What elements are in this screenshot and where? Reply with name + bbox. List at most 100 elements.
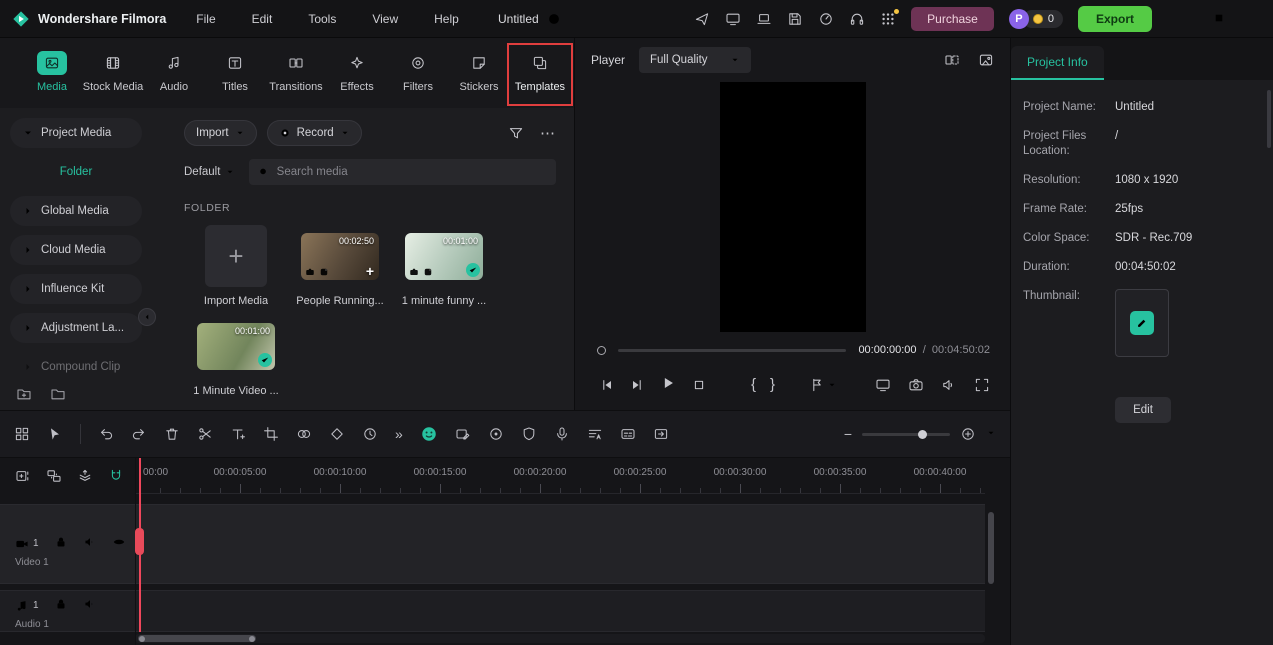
vertical-scrollbar[interactable]: [988, 512, 994, 584]
more-options-icon[interactable]: ⋯: [540, 124, 556, 142]
quality-dropdown[interactable]: Full Quality: [639, 47, 752, 73]
mirror-display-icon[interactable]: [875, 377, 891, 393]
tab-media[interactable]: Media: [24, 38, 80, 108]
undo-button[interactable]: [98, 426, 114, 442]
import-dropdown[interactable]: Import: [184, 120, 257, 146]
import-media-button[interactable]: +: [205, 225, 267, 287]
add-track-icon[interactable]: [15, 468, 31, 484]
filter-icon[interactable]: [508, 125, 524, 141]
collapse-sidebar-button[interactable]: [138, 308, 156, 326]
sidebar-item-folder[interactable]: Folder: [10, 157, 142, 187]
track-swap-icon[interactable]: [46, 468, 62, 484]
share-icon[interactable]: [694, 11, 710, 27]
export-button[interactable]: Export: [1077, 6, 1152, 32]
maximize-button[interactable]: [1213, 12, 1225, 27]
more-tools-icon[interactable]: »: [395, 426, 403, 442]
voiceover-button[interactable]: [554, 426, 570, 442]
mute-icon[interactable]: [83, 597, 97, 614]
panel-scrollbar[interactable]: [1267, 90, 1271, 148]
tab-transitions[interactable]: Transitions: [268, 38, 324, 108]
mute-icon[interactable]: [83, 535, 97, 552]
seek-track[interactable]: [618, 348, 847, 352]
zoom-fit-caret-icon[interactable]: [986, 427, 996, 441]
minimize-button[interactable]: [1177, 12, 1189, 27]
save-icon[interactable]: [787, 11, 803, 27]
fullscreen-icon[interactable]: [974, 377, 990, 393]
menu-view[interactable]: View: [372, 12, 398, 26]
track-video-1[interactable]: 1 Video 1: [0, 504, 985, 584]
zoom-slider[interactable]: [862, 429, 950, 439]
horizontal-scrollbar-thumb[interactable]: [138, 635, 256, 642]
close-button[interactable]: [1249, 12, 1261, 27]
tab-project-info[interactable]: Project Info: [1011, 46, 1104, 80]
menu-help[interactable]: Help: [434, 12, 459, 26]
sidebar-item-influence-kit[interactable]: Influence Kit: [10, 274, 142, 304]
stop-button[interactable]: [691, 377, 707, 393]
support-headset-icon[interactable]: [849, 11, 865, 27]
purchase-button[interactable]: Purchase: [911, 7, 994, 31]
sort-dropdown[interactable]: Default: [184, 166, 235, 178]
auto-reframe-button[interactable]: [653, 426, 669, 442]
split-view-icon[interactable]: [944, 52, 960, 68]
volume-icon[interactable]: [941, 377, 957, 393]
tab-stickers[interactable]: Stickers: [451, 38, 507, 108]
next-frame-button[interactable]: [629, 377, 645, 393]
video-preview[interactable]: [719, 82, 866, 332]
mark-out-icon[interactable]: }: [770, 377, 775, 392]
mark-in-icon[interactable]: {: [751, 377, 756, 392]
audio-ducking-button[interactable]: [488, 426, 504, 442]
sidebar-item-cloud-media[interactable]: Cloud Media: [10, 235, 142, 265]
play-button[interactable]: [659, 374, 677, 395]
toolbox-icon[interactable]: [14, 426, 30, 442]
horizontal-scrollbar[interactable]: [135, 634, 985, 643]
menu-edit[interactable]: Edit: [252, 12, 273, 26]
tab-titles[interactable]: Titles: [207, 38, 263, 108]
lock-icon[interactable]: [54, 597, 68, 614]
redo-button[interactable]: [131, 426, 147, 442]
sidebar-item-global-media[interactable]: Global Media: [10, 196, 142, 226]
edit-thumbnail-button[interactable]: [1130, 311, 1154, 335]
track-layer-icon[interactable]: [77, 468, 93, 484]
snapshot-icon[interactable]: [908, 377, 924, 393]
snap-magnet-icon[interactable]: [108, 468, 124, 484]
quick-select-icon[interactable]: [47, 426, 63, 442]
sidebar-item-adjustment-layer[interactable]: Adjustment La...: [10, 313, 142, 343]
crop-button[interactable]: [263, 426, 279, 442]
keyframe-button[interactable]: [329, 426, 345, 442]
speed-button[interactable]: [362, 426, 378, 442]
add-to-timeline-icon[interactable]: +: [366, 263, 374, 279]
playhead-handle[interactable]: [135, 528, 144, 555]
edit-button[interactable]: Edit: [1115, 397, 1171, 423]
mask-button[interactable]: [521, 426, 537, 442]
tab-filters[interactable]: Filters: [390, 38, 446, 108]
media-thumbnail[interactable]: 00:01:00: [197, 322, 275, 370]
seek-handle[interactable]: [597, 345, 606, 355]
performance-icon[interactable]: [818, 11, 834, 27]
chroma-key-button[interactable]: [296, 426, 312, 442]
lock-icon[interactable]: [54, 535, 68, 552]
emoji-tool-button[interactable]: [420, 425, 438, 443]
clip-edit-button[interactable]: [455, 426, 471, 442]
add-text-button[interactable]: [230, 426, 246, 442]
mark-render-icon[interactable]: [978, 52, 994, 68]
sidebar-item-project-media[interactable]: Project Media: [10, 118, 142, 148]
avatar[interactable]: P: [1008, 9, 1029, 29]
screencast-icon[interactable]: [725, 11, 741, 27]
menu-file[interactable]: File: [196, 12, 215, 26]
track-audio-1[interactable]: 1 Audio 1: [0, 590, 985, 632]
split-button[interactable]: [197, 426, 213, 442]
folder-icon[interactable]: [50, 386, 66, 402]
tab-audio[interactable]: Audio: [146, 38, 202, 108]
captions-button[interactable]: [620, 426, 636, 442]
tab-stock-media[interactable]: Stock Media: [83, 38, 143, 108]
sidebar-item-compound-clip[interactable]: Compound Clip: [10, 352, 142, 382]
media-thumbnail[interactable]: 00:01:00: [405, 232, 483, 280]
delete-button[interactable]: [164, 426, 180, 442]
search-input[interactable]: [276, 166, 547, 178]
tab-templates[interactable]: Templates: [507, 38, 573, 108]
tab-effects[interactable]: Effects: [329, 38, 385, 108]
zoom-in-button[interactable]: [960, 426, 976, 442]
media-thumbnail[interactable]: 00:02:50 +: [301, 232, 379, 280]
speech-to-text-button[interactable]: [587, 426, 603, 442]
zoom-out-button[interactable]: −: [844, 426, 852, 442]
